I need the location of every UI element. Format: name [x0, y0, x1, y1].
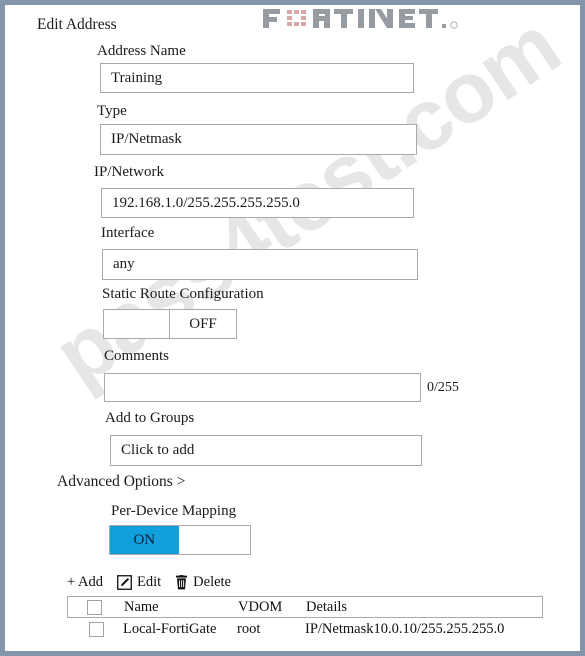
- row-cell-vdom: root: [237, 621, 261, 637]
- delete-button-label: Delete: [193, 574, 231, 590]
- comments-char-counter: 0/255: [427, 380, 459, 395]
- page-body: pass4test.com Edit Address Address Name …: [5, 5, 580, 651]
- type-select[interactable]: IP/Netmask: [100, 124, 417, 155]
- interface-select[interactable]: any: [102, 249, 418, 280]
- column-header-name[interactable]: Name: [124, 599, 159, 616]
- address-name-label: Address Name: [97, 43, 186, 59]
- comments-label: Comments: [104, 348, 170, 364]
- row-cell-details: IP/Netmask10.0.10/255.255.255.0: [305, 621, 505, 637]
- static-route-configuration-toggle[interactable]: OFF: [103, 309, 237, 339]
- select-all-checkbox[interactable]: [87, 600, 102, 615]
- address-name-input[interactable]: Training: [100, 63, 414, 93]
- edit-pencil-icon: [117, 575, 132, 590]
- row-select-checkbox[interactable]: [89, 622, 104, 637]
- type-label: Type: [97, 103, 127, 119]
- edit-button-label: Edit: [136, 574, 162, 590]
- per-device-mapping-toggle-on-segment[interactable]: ON: [110, 526, 179, 554]
- delete-button[interactable]: Delete: [175, 574, 231, 591]
- interface-label: Interface: [101, 225, 155, 241]
- column-header-details[interactable]: Details: [306, 599, 347, 616]
- add-button[interactable]: + Add: [67, 574, 103, 591]
- ip-network-label: IP/Network: [94, 164, 164, 180]
- add-to-groups-label: Add to Groups: [105, 410, 195, 426]
- table-toolbar: + Add Edit Delete: [67, 574, 231, 591]
- per-device-mapping-toggle-off-segment[interactable]: [178, 526, 250, 554]
- table-header: Name VDOM Details: [67, 596, 543, 618]
- edit-address-window: pass4test.com Edit Address Address Name …: [0, 0, 585, 656]
- trash-icon: [175, 575, 188, 590]
- static-route-toggle-off-segment[interactable]: OFF: [170, 310, 236, 338]
- per-device-mapping-label: Per-Device Mapping: [111, 503, 237, 519]
- row-cell-name: Local-FortiGate: [123, 621, 217, 637]
- add-button-label: + Add: [67, 574, 103, 590]
- comments-input[interactable]: [104, 373, 421, 402]
- advanced-options-link[interactable]: Advanced Options >: [57, 473, 185, 491]
- ip-network-input[interactable]: 192.168.1.0/255.255.255.255.0: [101, 188, 414, 218]
- edit-button[interactable]: Edit: [117, 574, 161, 591]
- add-to-groups-input[interactable]: Click to add: [110, 435, 422, 466]
- per-device-mapping-toggle[interactable]: ON: [109, 525, 251, 555]
- column-header-vdom[interactable]: VDOM: [238, 599, 282, 616]
- table-row[interactable]: Local-FortiGate root IP/Netmask10.0.10/2…: [67, 619, 543, 641]
- page-title: Edit Address: [37, 16, 117, 33]
- fortinet-logo-icon: [263, 6, 463, 32]
- static-route-toggle-on-segment[interactable]: [104, 310, 170, 338]
- static-route-configuration-label: Static Route Configuration: [102, 286, 264, 302]
